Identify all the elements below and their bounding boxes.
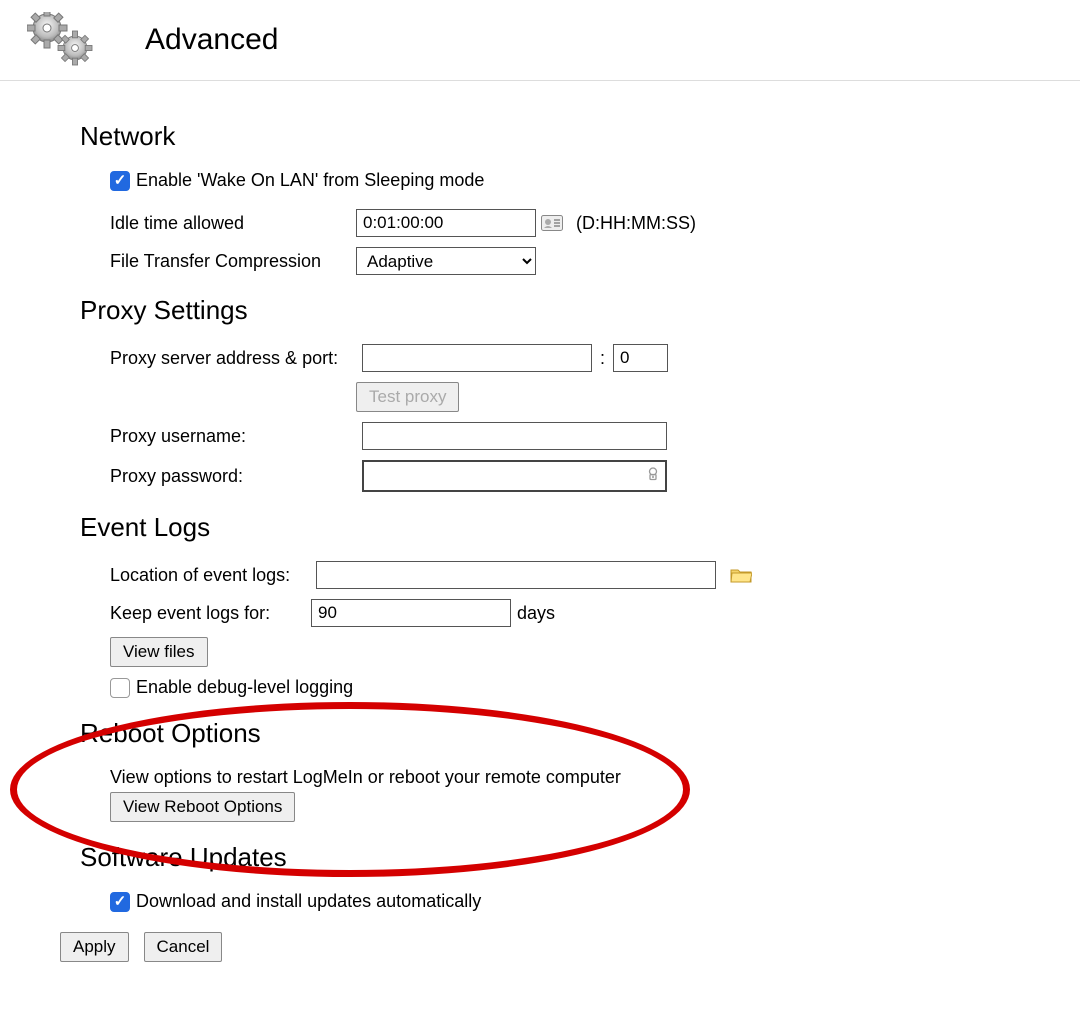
view-reboot-options-button[interactable]: View Reboot Options (110, 792, 295, 822)
idle-time-input[interactable] (356, 209, 536, 237)
keep-logs-input[interactable] (311, 599, 511, 627)
auto-update-label: Download and install updates automatical… (136, 891, 481, 912)
keep-logs-unit: days (517, 603, 555, 624)
proxy-port-separator: : (600, 348, 605, 369)
compression-label: File Transfer Compression (110, 251, 350, 272)
test-proxy-button[interactable]: Test proxy (356, 382, 459, 412)
keep-logs-label: Keep event logs for: (110, 603, 305, 624)
proxy-username-input[interactable] (362, 422, 667, 450)
proxy-port-input[interactable] (613, 344, 668, 372)
proxy-password-label: Proxy password: (110, 466, 356, 487)
compression-select[interactable]: Adaptive (356, 247, 536, 275)
page-header: Advanced (0, 0, 1080, 81)
proxy-password-input[interactable] (364, 462, 665, 490)
auto-update-checkbox[interactable] (110, 892, 130, 912)
folder-icon[interactable] (730, 566, 752, 584)
section-heading-reboot: Reboot Options (80, 718, 1020, 749)
apply-button[interactable]: Apply (60, 932, 129, 962)
debug-logging-checkbox[interactable] (110, 678, 130, 698)
debug-logging-label: Enable debug-level logging (136, 677, 353, 698)
logs-location-label: Location of event logs: (110, 565, 310, 586)
proxy-username-label: Proxy username: (110, 426, 356, 447)
cancel-button[interactable]: Cancel (144, 932, 223, 962)
section-heading-proxy: Proxy Settings (80, 295, 1020, 326)
contact-card-icon (540, 212, 564, 234)
section-heading-updates: Software Updates (80, 842, 1020, 873)
idle-time-label: Idle time allowed (110, 213, 350, 234)
section-heading-network: Network (80, 121, 1020, 152)
reboot-description: View options to restart LogMeIn or reboo… (110, 767, 621, 788)
proxy-address-input[interactable] (362, 344, 592, 372)
enable-wol-checkbox[interactable] (110, 171, 130, 191)
view-files-button[interactable]: View files (110, 637, 208, 667)
section-heading-eventlogs: Event Logs (80, 512, 1020, 543)
enable-wol-label: Enable 'Wake On LAN' from Sleeping mode (136, 170, 484, 191)
idle-time-hint: (D:HH:MM:SS) (576, 213, 696, 234)
logs-location-input[interactable] (316, 561, 716, 589)
gears-icon (20, 10, 105, 70)
proxy-address-label: Proxy server address & port: (110, 348, 356, 369)
page-title: Advanced (145, 23, 278, 57)
key-icon (645, 467, 661, 486)
